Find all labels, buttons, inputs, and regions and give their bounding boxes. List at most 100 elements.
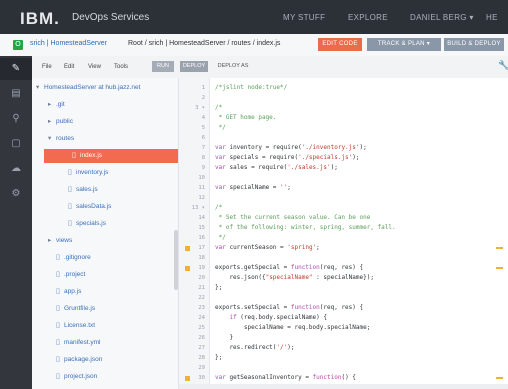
- nav-help[interactable]: HE: [486, 13, 498, 22]
- code-line[interactable]: };: [215, 283, 222, 293]
- overview-ruler-marker[interactable]: [496, 377, 503, 379]
- chevron-down-icon[interactable]: ▾: [36, 81, 44, 95]
- line-number: 25: [198, 325, 205, 331]
- warning-icon[interactable]: [185, 246, 190, 251]
- clipboard-icon[interactable]: ▤: [0, 83, 32, 105]
- tree-item[interactable]: ▯ salesData.js: [32, 200, 178, 214]
- code-line[interactable]: * of the following: winter, spring, summ…: [215, 223, 396, 233]
- tree-item[interactable]: ▯ package.json: [32, 353, 178, 367]
- code-token: exports.setSpecial =: [215, 304, 291, 311]
- code-token: */: [215, 234, 226, 241]
- tree-item[interactable]: ▸ .git: [32, 98, 178, 112]
- tree-item-label: sales.js: [76, 186, 98, 193]
- code-line[interactable]: var specials = require('./specials.js');: [215, 153, 360, 163]
- window-icon[interactable]: ▢: [0, 133, 32, 155]
- line-number: 5: [201, 125, 205, 131]
- menu-edit[interactable]: Edit: [64, 64, 74, 70]
- menu-file[interactable]: File: [42, 64, 52, 70]
- code-line[interactable]: var specialName = '';: [215, 183, 291, 193]
- run-button[interactable]: RUN: [152, 61, 174, 72]
- code-line[interactable]: */: [215, 123, 226, 133]
- nav-explore[interactable]: EXPLORE: [348, 13, 388, 22]
- code-line[interactable]: * GET home page.: [215, 113, 277, 123]
- code-line[interactable]: if (req.body.specialName) {: [215, 313, 327, 323]
- menu-view[interactable]: View: [88, 64, 101, 70]
- wrench-icon[interactable]: 🔧: [498, 60, 508, 71]
- build-deploy-button[interactable]: BUILD & DEPLOY: [444, 38, 504, 51]
- line-number: 4: [201, 115, 205, 121]
- tree-item[interactable]: ▯ inventory.js: [32, 166, 178, 180]
- warning-icon[interactable]: [185, 266, 190, 271]
- code-line[interactable]: /*: [215, 203, 222, 213]
- code-token: var: [215, 154, 226, 161]
- cloud-icon[interactable]: ☁: [0, 158, 32, 180]
- code-line[interactable]: var currentSeason = 'spring';: [215, 243, 320, 253]
- code-token: );: [359, 144, 367, 151]
- tree-item-label: .gitignore: [64, 254, 91, 261]
- tree-item[interactable]: ▯ License.txt: [32, 319, 178, 333]
- tree-item-label: project.json: [64, 373, 98, 380]
- tree-item[interactable]: ▯ .gitignore: [32, 251, 178, 265]
- line-number: 11: [198, 185, 205, 191]
- code-token: /*: [215, 204, 223, 211]
- code-line[interactable]: */: [215, 233, 226, 243]
- tree-item[interactable]: ▯ manifest.yml: [32, 336, 178, 350]
- code-line[interactable]: var sales = require('./sales.js');: [215, 163, 338, 173]
- project-link[interactable]: HomesteadServer: [51, 40, 107, 47]
- top-header: IBM. DevOps Services MY STUFF EXPLORE DA…: [0, 0, 508, 34]
- pencil-icon[interactable]: ✎: [0, 58, 32, 80]
- code-line[interactable]: var getSeasonalInventory = function() {: [215, 373, 356, 383]
- line-number: 26: [198, 335, 205, 341]
- tree-item[interactable]: ▸ public: [32, 115, 178, 129]
- code-line[interactable]: res.json({"specialName" : specialName});: [215, 273, 374, 283]
- code-line[interactable]: exports.getSpecial = function(req, res) …: [215, 263, 363, 273]
- tree-item[interactable]: ▯ specials.js: [32, 217, 178, 231]
- tree-item[interactable]: ▯ Gruntfile.js: [32, 302, 178, 316]
- code-line[interactable]: /*: [215, 103, 222, 113]
- code-line[interactable]: * Set the current season value. Can be o…: [215, 213, 371, 223]
- code-line[interactable]: /*jslint node:true*/: [215, 83, 287, 93]
- overview-ruler-marker[interactable]: [496, 247, 503, 249]
- tree-item[interactable]: ▾ HomesteadServer at hub.jazz.net: [32, 81, 176, 95]
- overview-ruler-marker[interactable]: [496, 267, 503, 269]
- tree-item[interactable]: ▸ views: [32, 234, 178, 248]
- tree-item[interactable]: ▯ sales.js: [32, 183, 178, 197]
- code-line[interactable]: var inventory = require('./inventory.js'…: [215, 143, 367, 153]
- edit-code-button[interactable]: EDIT CODE: [318, 38, 362, 51]
- chevron-down-icon[interactable]: ▾: [48, 132, 56, 146]
- track-plan-button[interactable]: TRACK & PLAN ▾: [367, 38, 441, 51]
- tree-item-selected[interactable]: ▯ index.js: [44, 149, 178, 163]
- deploy-as-button[interactable]: DEPLOY AS: [212, 61, 254, 72]
- tree-item[interactable]: ▾ routes: [32, 132, 178, 146]
- chevron-right-icon[interactable]: ▸: [48, 115, 56, 129]
- nav-user-menu[interactable]: DANIEL BERG ▾: [410, 13, 474, 22]
- code-token: };: [215, 354, 223, 361]
- menu-tools[interactable]: Tools: [114, 64, 128, 70]
- file-path: Root / srich | HomesteadServer / routes …: [128, 40, 281, 47]
- file-icon: ▯: [68, 169, 72, 176]
- code-line[interactable]: res.redirect('/');: [215, 343, 294, 353]
- tree-scrollbar[interactable]: [174, 230, 178, 290]
- tree-item[interactable]: ▯ .project: [32, 268, 178, 282]
- tree-item-label: HomesteadServer at hub.jazz.net: [44, 84, 141, 91]
- code-line[interactable]: };: [215, 353, 222, 363]
- gear-icon[interactable]: ⚙: [0, 183, 32, 205]
- code-line[interactable]: exports.setSpecial = function(req, res) …: [215, 303, 363, 313]
- nav-my-stuff[interactable]: MY STUFF: [283, 13, 325, 22]
- code-token: var: [215, 374, 226, 381]
- tree-item[interactable]: ▯ project.json: [32, 370, 178, 384]
- code-line[interactable]: }: [215, 333, 233, 343]
- chevron-right-icon[interactable]: ▸: [48, 234, 56, 248]
- owner-link[interactable]: srich: [30, 40, 45, 47]
- file-icon: ▯: [56, 322, 60, 329]
- search-icon[interactable]: ⚲: [0, 108, 32, 130]
- chevron-right-icon[interactable]: ▸: [48, 98, 56, 112]
- ibm-logo[interactable]: IBM.: [20, 9, 60, 29]
- tree-item[interactable]: ▯ app.js: [32, 285, 178, 299]
- horizontal-scrollbar[interactable]: [179, 384, 508, 389]
- deploy-button[interactable]: DEPLOY: [180, 61, 208, 72]
- line-number: 12: [198, 195, 205, 201]
- code-line[interactable]: specialName = req.body.specialName;: [215, 323, 370, 333]
- warning-icon[interactable]: [185, 376, 190, 381]
- code-token: specialName = req.body.specialName;: [215, 324, 371, 331]
